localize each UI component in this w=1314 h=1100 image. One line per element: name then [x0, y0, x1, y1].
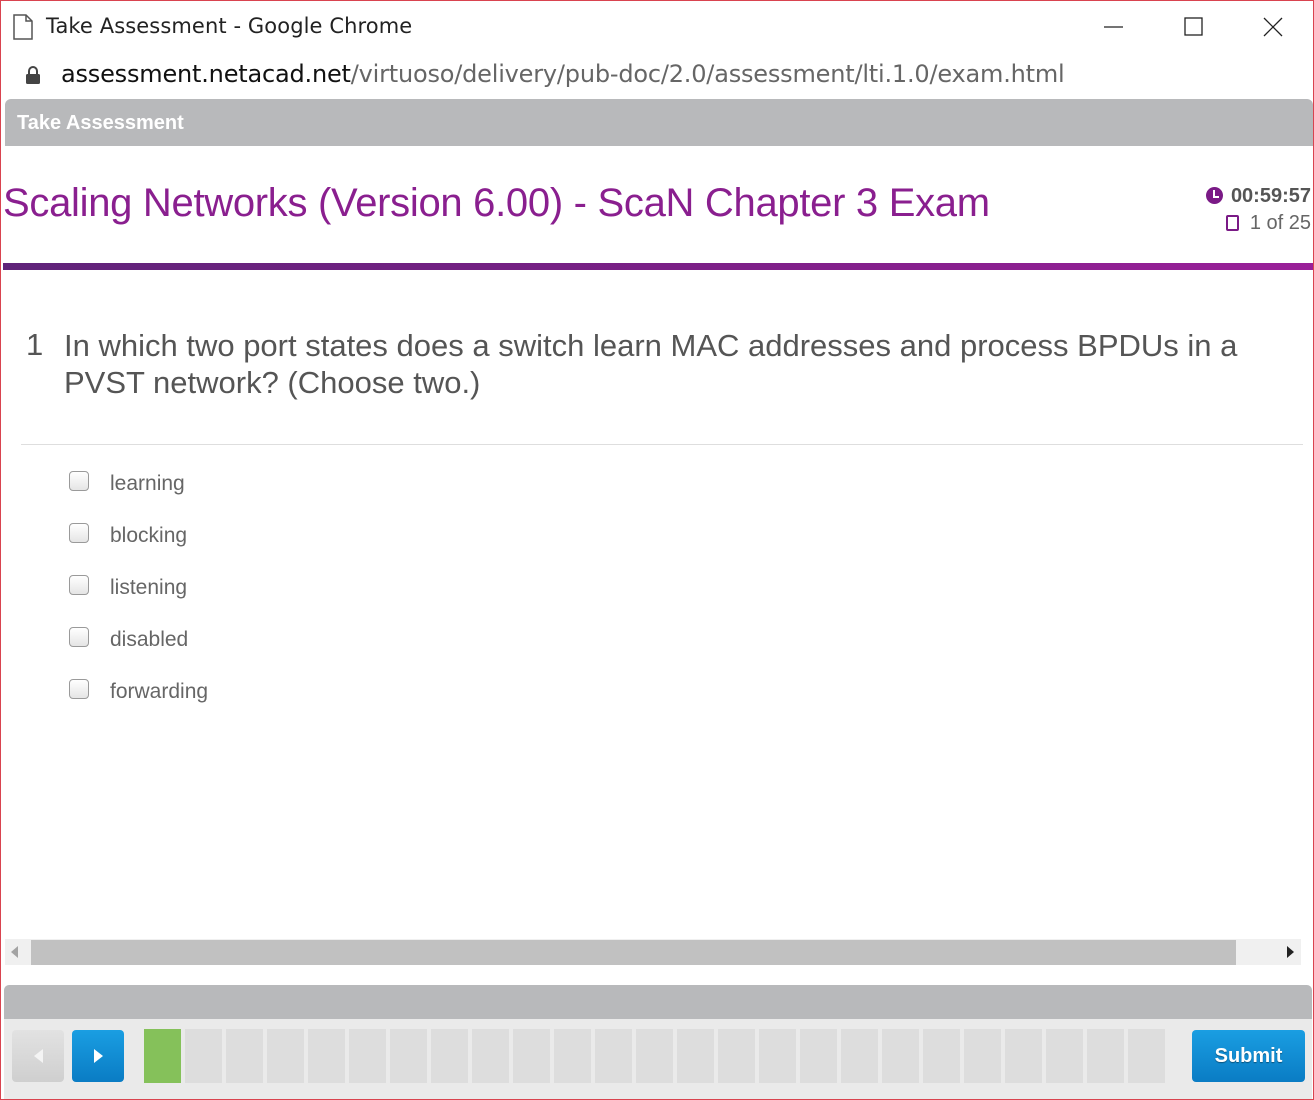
- question-nav-cell[interactable]: [431, 1029, 468, 1083]
- question-navigator: [144, 1029, 1165, 1083]
- page-icon: [13, 14, 33, 40]
- footer-header: [4, 985, 1312, 1019]
- checkbox[interactable]: [69, 523, 89, 543]
- question-nav-cell[interactable]: [636, 1029, 673, 1083]
- title-bar: Take Assessment - Google Chrome: [1, 1, 1313, 52]
- question-nav-cell[interactable]: [677, 1029, 714, 1083]
- question-nav-cell[interactable]: [841, 1029, 878, 1083]
- close-icon: [1263, 17, 1283, 37]
- checkbox[interactable]: [69, 627, 89, 647]
- scroll-left-icon[interactable]: [11, 946, 18, 958]
- window-title: Take Assessment - Google Chrome: [46, 14, 413, 38]
- url-path: /virtuoso/delivery/pub-doc/2.0/assessmen…: [350, 60, 1065, 88]
- page-icon: [1225, 215, 1239, 231]
- exam-title: Scaling Networks (Version 6.00) - ScaN C…: [3, 181, 990, 225]
- question-text: In which two port states does a switch l…: [64, 328, 1238, 400]
- maximize-button[interactable]: [1154, 1, 1234, 52]
- question-nav-cell[interactable]: [800, 1029, 837, 1083]
- footer: Submit: [4, 1019, 1312, 1099]
- question-nav-cell[interactable]: [267, 1029, 304, 1083]
- lock-icon: [26, 66, 40, 84]
- question-nav-cell[interactable]: [1087, 1029, 1124, 1083]
- question-nav-cell[interactable]: [185, 1029, 222, 1083]
- question-number: 1: [26, 327, 44, 362]
- assessment-header-label: Take Assessment: [17, 112, 184, 134]
- question-nav-cell[interactable]: [595, 1029, 632, 1083]
- address-bar[interactable]: assessment.netacad.net/virtuoso/delivery…: [1, 52, 1313, 98]
- question-nav-cell[interactable]: [882, 1029, 919, 1083]
- option-label[interactable]: forwarding: [110, 680, 208, 704]
- question-nav-cell[interactable]: [308, 1029, 345, 1083]
- question-nav-cell[interactable]: [964, 1029, 1001, 1083]
- checkbox[interactable]: [69, 679, 89, 699]
- chevron-left-icon: [34, 1049, 43, 1063]
- question-nav-cell[interactable]: [1046, 1029, 1083, 1083]
- question-divider: [21, 444, 1303, 445]
- question-nav-cell[interactable]: [923, 1029, 960, 1083]
- previous-button[interactable]: [12, 1030, 64, 1082]
- question-nav-cell[interactable]: [226, 1029, 263, 1083]
- option-label[interactable]: blocking: [110, 524, 187, 548]
- title-divider: [3, 263, 1313, 270]
- question-nav-cell[interactable]: [1005, 1029, 1042, 1083]
- scroll-right-icon[interactable]: [1287, 946, 1294, 958]
- next-button[interactable]: [72, 1030, 124, 1082]
- scrollbar-thumb[interactable]: [31, 940, 1236, 965]
- maximize-icon: [1184, 17, 1203, 36]
- timer: 00:59:57: [1205, 185, 1311, 208]
- question-progress-value: 1 of 25: [1249, 212, 1311, 234]
- submit-button[interactable]: Submit: [1192, 1030, 1305, 1082]
- question-nav-cell[interactable]: [759, 1029, 796, 1083]
- checkbox[interactable]: [69, 471, 89, 491]
- minimize-icon: [1104, 26, 1123, 28]
- question-nav-cell[interactable]: [144, 1029, 181, 1083]
- question-nav-cell[interactable]: [390, 1029, 427, 1083]
- question-nav-cell[interactable]: [1128, 1029, 1165, 1083]
- question-progress: 1 of 25: [1225, 212, 1311, 235]
- question-nav-cell[interactable]: [472, 1029, 509, 1083]
- checkbox[interactable]: [69, 575, 89, 595]
- timer-value: 00:59:57: [1230, 185, 1311, 207]
- url-text[interactable]: assessment.netacad.net/virtuoso/delivery…: [61, 60, 1065, 88]
- assessment-header: Take Assessment: [5, 99, 1313, 146]
- close-button[interactable]: [1233, 1, 1313, 52]
- browser-window: Take Assessment - Google Chrome assessme…: [0, 0, 1314, 1100]
- option-label[interactable]: learning: [110, 472, 185, 496]
- chevron-right-icon: [94, 1049, 103, 1063]
- question-nav-cell[interactable]: [349, 1029, 386, 1083]
- question-nav-cell[interactable]: [513, 1029, 550, 1083]
- option-label[interactable]: disabled: [110, 628, 188, 652]
- option-label[interactable]: listening: [110, 576, 187, 600]
- question-nav-cell[interactable]: [718, 1029, 755, 1083]
- url-host: assessment.netacad.net: [61, 60, 351, 88]
- horizontal-scrollbar[interactable]: [5, 939, 1301, 965]
- minimize-button[interactable]: [1074, 1, 1154, 52]
- clock-icon: [1205, 187, 1223, 204]
- question-nav-cell[interactable]: [554, 1029, 591, 1083]
